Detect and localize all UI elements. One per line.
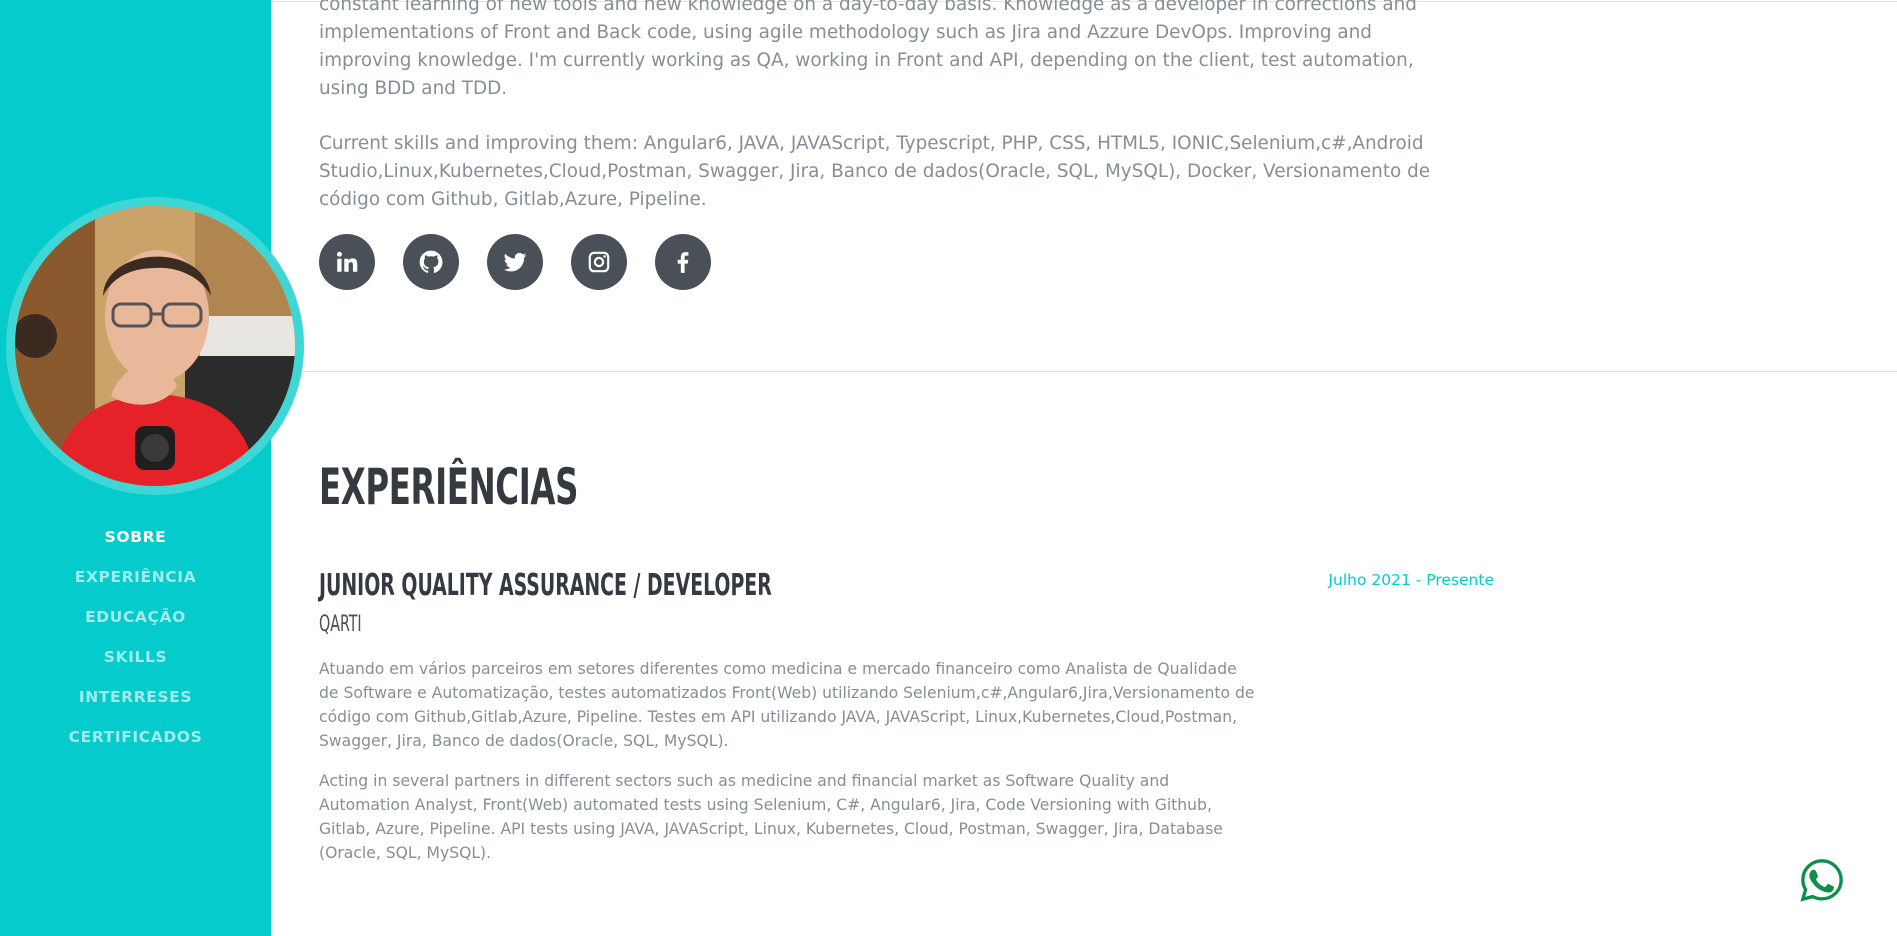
about-paragraph-2: Current skills and improving them: Angul… (319, 133, 1431, 210)
nav-item-certificados[interactable]: CERTIFICADOS (0, 724, 271, 764)
github-icon (419, 250, 443, 273)
linkedin-link[interactable] (319, 234, 375, 290)
nav-item-experiencia[interactable]: EXPERIÊNCIA (0, 564, 271, 604)
job-company: QARTI (319, 612, 362, 637)
job-date: Julho 2021 - Presente (1328, 571, 1494, 589)
profile-avatar (6, 197, 304, 495)
profile-photo-illustration (15, 206, 295, 486)
job-title: Junior Quality Assurance / Developer (319, 568, 772, 603)
nav-item-interreses[interactable]: INTERRESES (0, 684, 271, 724)
profile-photo (15, 206, 295, 486)
whatsapp-icon (1800, 859, 1843, 902)
job-description: Atuando em vários parceiros em setores d… (319, 657, 1259, 881)
linkedin-icon (336, 251, 358, 272)
facebook-icon (677, 252, 689, 273)
twitter-icon (503, 252, 527, 272)
main-content: constant learning of new tools and new k… (271, 0, 1897, 936)
section-title-experiencias: Experiências (319, 458, 579, 516)
instagram-link[interactable] (571, 234, 627, 290)
sidebar-nav: SOBRE EXPERIÊNCIA EDUCAÇÃO SKILLS INTERR… (0, 524, 271, 764)
github-link[interactable] (403, 234, 459, 290)
twitter-link[interactable] (487, 234, 543, 290)
about-section: constant learning of new tools and new k… (319, 0, 1439, 241)
social-links (319, 234, 711, 290)
about-paragraph-1: constant learning of new tools and new k… (319, 0, 1417, 99)
section-divider (271, 371, 1897, 372)
job-description-pt: Atuando em vários parceiros em setores d… (319, 660, 1255, 750)
whatsapp-button[interactable] (1799, 857, 1845, 903)
nav-item-educacao[interactable]: EDUCAÇÃO (0, 604, 271, 644)
instagram-icon (588, 251, 610, 273)
facebook-link[interactable] (655, 234, 711, 290)
nav-item-skills[interactable]: SKILLS (0, 644, 271, 684)
sidebar: SOBRE EXPERIÊNCIA EDUCAÇÃO SKILLS INTERR… (0, 0, 304, 936)
job-description-en: Acting in several partners in different … (319, 772, 1223, 862)
nav-item-sobre[interactable]: SOBRE (0, 524, 271, 564)
